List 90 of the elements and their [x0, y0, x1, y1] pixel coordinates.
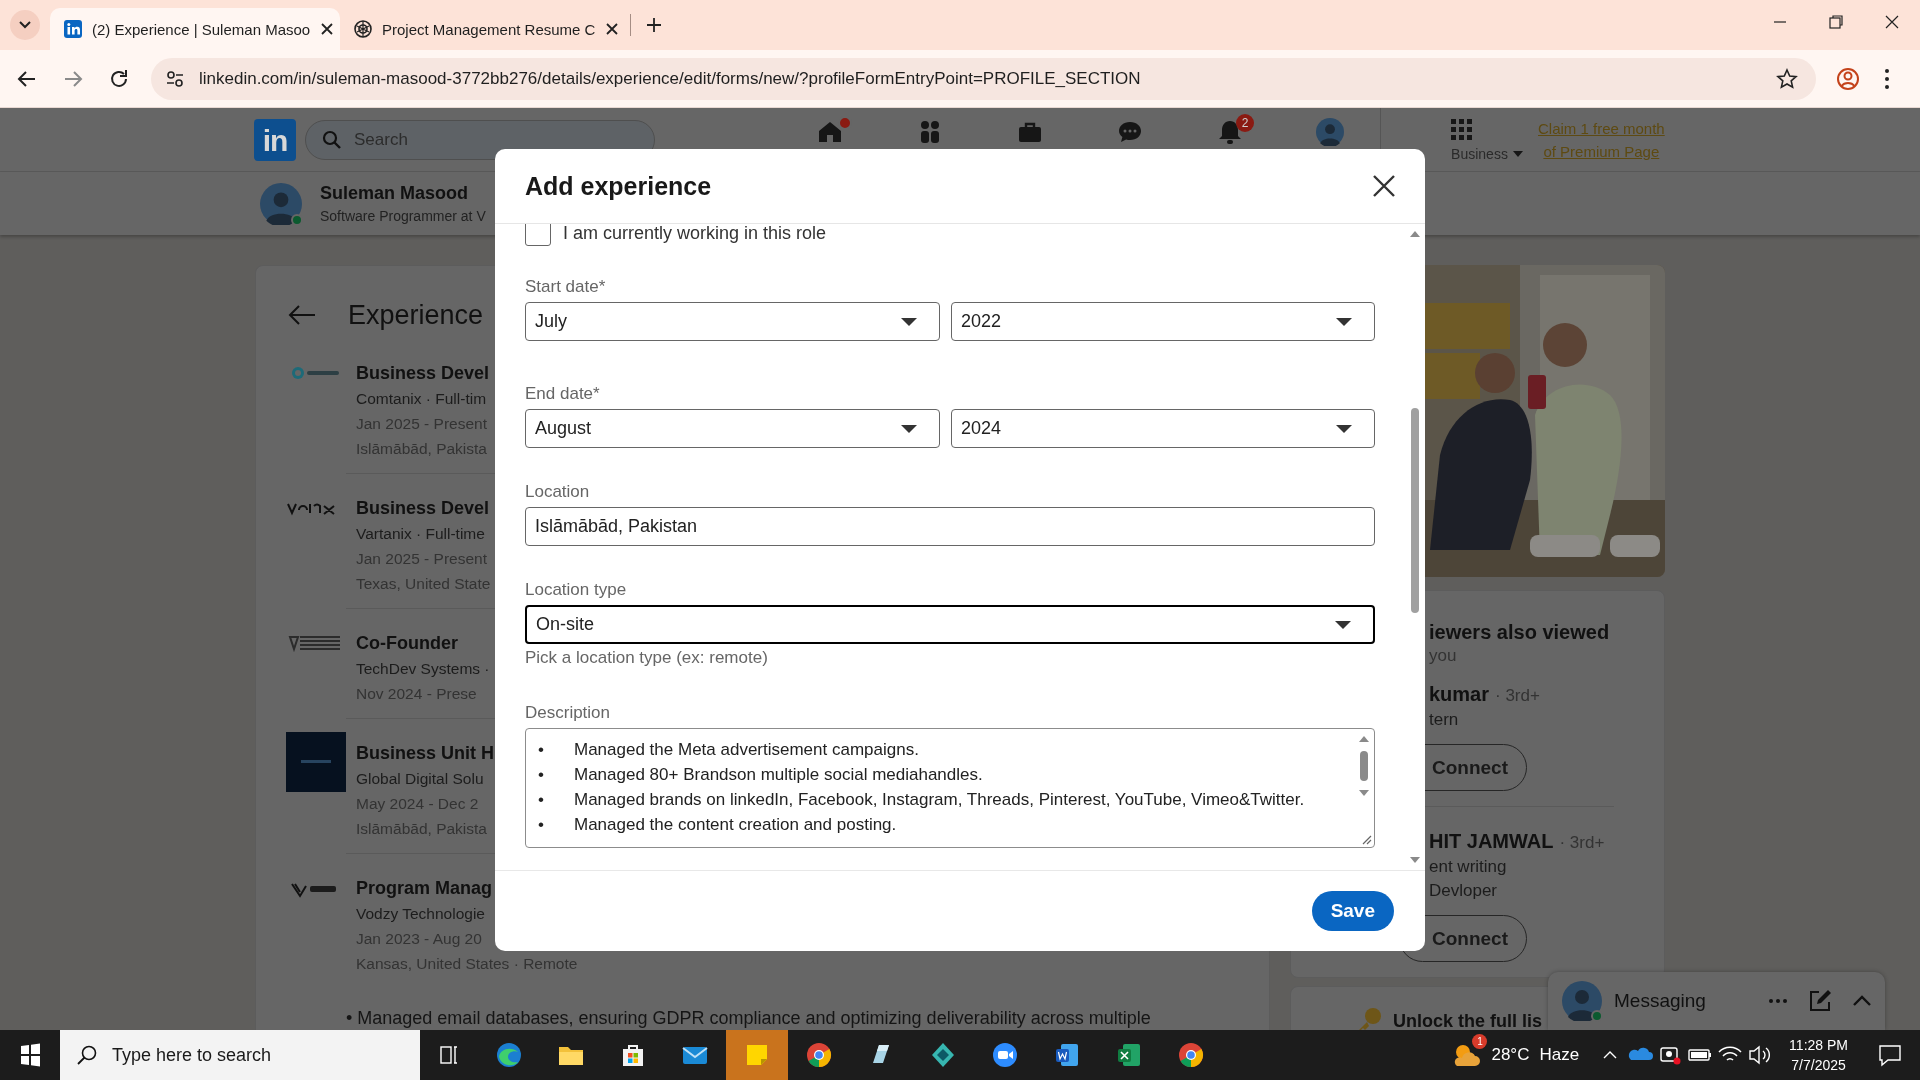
section-title: Experience	[348, 299, 484, 331]
company-name: Vartanix · Full-time	[356, 524, 486, 544]
search-icon	[322, 129, 342, 150]
scrollbar-thumb[interactable]	[1411, 408, 1419, 613]
caret-icon	[1512, 150, 1523, 158]
browser-tab[interactable]: Project Management Resume C	[340, 8, 630, 50]
knot-icon	[354, 20, 372, 38]
company-name: Comtanix · Full-tim	[356, 389, 488, 409]
person-name: kumar	[1429, 682, 1490, 706]
video-call-icon[interactable]	[991, 1041, 1019, 1069]
address-bar[interactable]: linkedin.com/in/suleman-masood-3772bb276/details/experience/edit/forms/new/?profileFormEntryPoint=PROFILE_SECTION	[151, 57, 1816, 100]
clock-date[interactable]: 7/7/2025	[1791, 1055, 1846, 1075]
scroll-up-icon	[1409, 230, 1421, 238]
description-line: • Managed 80+ Brandson multiple social mediahandles.	[538, 764, 984, 786]
location-type-dropdown[interactable]: On-site	[525, 605, 1375, 644]
field-label: Description	[525, 702, 612, 724]
new-tab-icon[interactable]	[645, 16, 663, 34]
year-dropdown[interactable]: 2024	[951, 409, 1375, 448]
weather-widget[interactable]: 1 28°C Haze	[1451, 1030, 1580, 1080]
weather-condition: Haze	[1539, 1045, 1580, 1065]
dialog-title: Add experience	[525, 171, 712, 201]
close-icon[interactable]	[605, 22, 620, 36]
diamond-icon[interactable]	[929, 1041, 957, 1069]
profile-name: Suleman Masood	[320, 183, 470, 204]
job-title: Program Manag	[356, 877, 494, 900]
person-name: HIT JAMWAL	[1429, 829, 1554, 853]
profile-headline: Software Programmer at V	[320, 208, 486, 224]
chrome-icon[interactable]	[805, 1041, 833, 1069]
person-headline: ent writing	[1429, 856, 1508, 878]
description-field[interactable]	[525, 728, 1375, 848]
notification-dot	[838, 116, 852, 130]
scroll-down-icon	[1358, 789, 1370, 797]
description-line: • Managed brands on linkedIn, Facebook, Instagram, Threads, Pinterest, YouTube, Vimeo&Twitter.	[538, 789, 1306, 811]
job-title: Co-Founder	[356, 632, 459, 655]
scrollbar-thumb[interactable]	[1360, 751, 1368, 781]
browser-tab[interactable]: (2) Experience | Suleman Masoo	[50, 8, 340, 50]
resize-grip-icon[interactable]	[1360, 833, 1372, 845]
job-title: Business Unit H	[356, 742, 495, 765]
alert-count: 1	[1472, 1034, 1488, 1049]
person-headline: tern	[1429, 709, 1460, 731]
avatar-icon	[1562, 981, 1602, 1021]
notification-count: 2	[1236, 114, 1254, 132]
caret-icon	[1335, 619, 1351, 630]
caret-icon	[1336, 316, 1352, 327]
profile-photo	[260, 182, 302, 225]
scroll-up-icon	[1358, 735, 1370, 743]
bookmark-star-icon[interactable]	[1776, 67, 1798, 90]
save-button[interactable]: Save	[1311, 891, 1394, 931]
edge-icon[interactable]	[495, 1041, 523, 1069]
chrome-icon[interactable]	[1177, 1041, 1205, 1069]
job-description: • Managed email databases, ensuring GDPR compliance and optimizing deliverability across multiple	[346, 1007, 1152, 1030]
field-label: End date*	[525, 383, 601, 405]
checkbox[interactable]	[525, 224, 551, 246]
close-icon[interactable]	[320, 22, 335, 36]
month-dropdown[interactable]: August	[525, 409, 940, 448]
close-icon[interactable]	[1371, 173, 1397, 199]
description-line: • Managed the content creation and posting.	[538, 814, 898, 836]
search-icon	[76, 1044, 98, 1066]
card-title: iewers also viewed	[1429, 620, 1611, 645]
card-title: Unlock the full lis	[1393, 1010, 1543, 1030]
caret-icon	[901, 316, 917, 327]
field-label: Start date*	[525, 276, 607, 298]
month-dropdown[interactable]: July	[525, 302, 940, 341]
person-headline: Devloper	[1429, 880, 1499, 902]
back-arrow-icon[interactable]	[288, 304, 316, 326]
caret-icon	[901, 423, 917, 434]
company-name: TechDev Systems ·	[356, 659, 490, 679]
spreadsheet-icon[interactable]	[1115, 1041, 1143, 1069]
field-hint: Pick a location type (ex: remote)	[525, 647, 769, 669]
job-title: Business Devel	[356, 362, 490, 385]
clock-time[interactable]: 11:28 PM	[1789, 1035, 1848, 1055]
linkedin-icon	[64, 20, 82, 38]
location-field[interactable]: Islāmābād, Pakistan	[525, 507, 1375, 546]
taskbar-search-field[interactable]: Type here to search	[60, 1030, 420, 1080]
job-title: Business Devel	[356, 497, 491, 520]
year-dropdown[interactable]: 2022	[951, 302, 1375, 341]
field-label: Location type	[525, 579, 628, 601]
messaging-title: Messaging	[1614, 990, 1706, 1012]
site-info-icon[interactable]	[165, 68, 185, 89]
document-icon[interactable]	[1053, 1041, 1081, 1069]
checkbox-label: I am currently working in this role	[563, 224, 827, 244]
field-label: Location	[525, 481, 591, 503]
caret-icon	[1336, 423, 1352, 434]
description-line: • Managed the Meta advertisement campaigns.	[538, 739, 920, 761]
company-name: Vodzy Technologie	[356, 904, 486, 924]
tab-list-icon[interactable]	[10, 10, 40, 40]
scroll-down-icon	[1409, 856, 1421, 864]
company-name: Global Digital Solu	[356, 769, 485, 789]
temperature: 28°C	[1491, 1045, 1530, 1065]
linkedin-logo[interactable]: in	[254, 118, 296, 161]
